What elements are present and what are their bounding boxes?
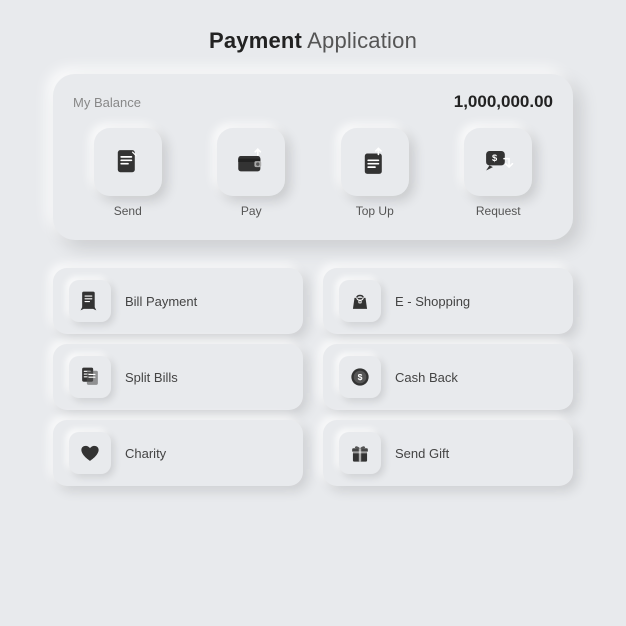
pay-label: Pay	[241, 204, 262, 218]
topup-icon-wrap	[341, 128, 409, 196]
action-pay[interactable]: Pay	[197, 128, 307, 218]
bill-payment-icon	[79, 290, 101, 312]
send-icon	[111, 145, 145, 179]
send-icon-wrap	[94, 128, 162, 196]
e-shopping-icon-wrap	[339, 280, 381, 322]
pay-icon-wrap	[217, 128, 285, 196]
menu-grid: Bill Payment E - Shopping	[53, 268, 573, 486]
send-gift-icon-wrap	[339, 432, 381, 474]
action-topup[interactable]: Top Up	[320, 128, 430, 218]
action-buttons: Send Pay	[73, 128, 553, 218]
menu-item-split-bills[interactable]: Split Bills	[53, 344, 303, 410]
menu-item-cash-back[interactable]: $ Cash Back	[323, 344, 573, 410]
menu-item-send-gift[interactable]: Send Gift	[323, 420, 573, 486]
request-icon-wrap: $	[464, 128, 532, 196]
e-shopping-label: E - Shopping	[395, 294, 470, 309]
request-icon: $	[481, 145, 515, 179]
bill-payment-icon-wrap	[69, 280, 111, 322]
pay-icon	[234, 145, 268, 179]
menu-item-bill-payment[interactable]: Bill Payment	[53, 268, 303, 334]
e-shopping-icon	[349, 290, 371, 312]
send-label: Send	[114, 204, 142, 218]
charity-label: Charity	[125, 446, 166, 461]
request-label: Request	[476, 204, 521, 218]
split-bills-icon	[79, 366, 101, 388]
split-bills-icon-wrap	[69, 356, 111, 398]
action-request[interactable]: $ Request	[444, 128, 554, 218]
balance-amount: 1,000,000.00	[454, 92, 553, 112]
balance-label: My Balance	[73, 95, 141, 110]
svg-text:$: $	[492, 153, 498, 163]
topup-icon	[358, 145, 392, 179]
action-send[interactable]: Send	[73, 128, 183, 218]
cash-back-icon: $	[349, 366, 371, 388]
menu-item-e-shopping[interactable]: E - Shopping	[323, 268, 573, 334]
page-title: Payment Application	[209, 28, 417, 54]
cash-back-icon-wrap: $	[339, 356, 381, 398]
send-gift-icon	[349, 442, 371, 464]
balance-card: My Balance 1,000,000.00 Send	[53, 74, 573, 240]
cash-back-label: Cash Back	[395, 370, 458, 385]
topup-label: Top Up	[356, 204, 394, 218]
send-gift-label: Send Gift	[395, 446, 449, 461]
split-bills-label: Split Bills	[125, 370, 178, 385]
charity-icon	[79, 442, 101, 464]
menu-item-charity[interactable]: Charity	[53, 420, 303, 486]
charity-icon-wrap	[69, 432, 111, 474]
svg-text:$: $	[358, 372, 363, 382]
bill-payment-label: Bill Payment	[125, 294, 197, 309]
